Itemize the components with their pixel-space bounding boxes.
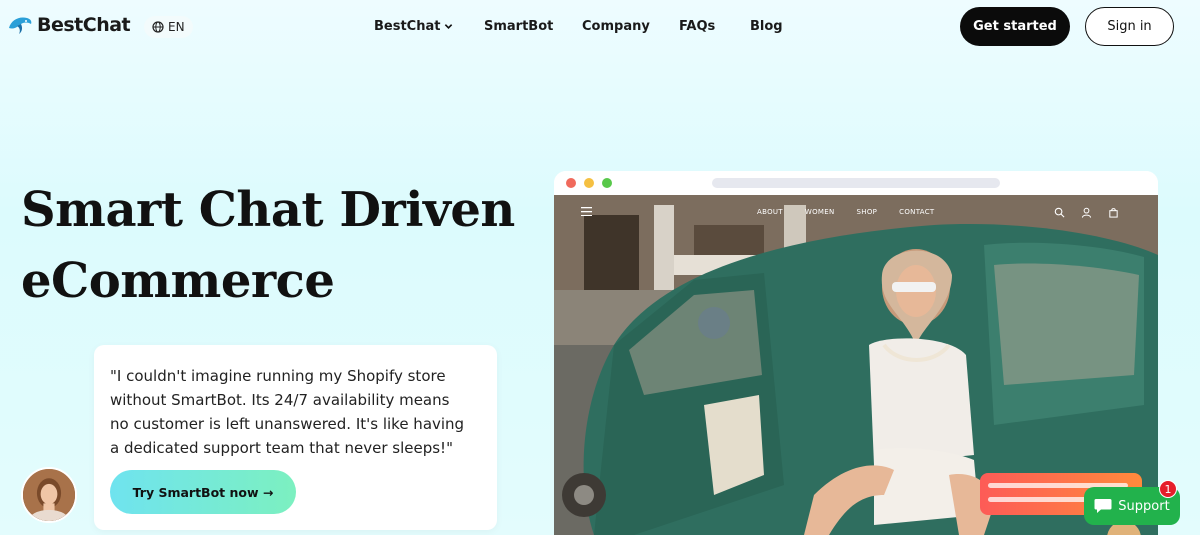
nav-label: FAQs bbox=[679, 19, 716, 34]
nav-item-blog[interactable]: Blog bbox=[750, 19, 783, 34]
search-icon bbox=[1054, 207, 1065, 218]
mockup-site-links: ABOUT WOMEN SHOP CONTACT bbox=[757, 208, 934, 216]
brand-logo[interactable]: BestChat bbox=[7, 14, 131, 36]
nav-item-company[interactable]: Company bbox=[582, 19, 679, 34]
hero-title-line2: eCommerce bbox=[21, 253, 335, 309]
nav-label: BestChat bbox=[374, 19, 441, 34]
window-minimize-dot bbox=[584, 178, 594, 188]
testimonial-card: "I couldn't imagine running my Shopify s… bbox=[94, 345, 497, 530]
shopping-bag-icon bbox=[1109, 208, 1118, 218]
nav-label: Blog bbox=[750, 19, 783, 34]
mockup-link-contact: CONTACT bbox=[899, 208, 935, 216]
dolphin-logo-icon bbox=[9, 17, 32, 34]
brand-name: BestChat bbox=[37, 14, 131, 36]
language-switcher[interactable]: EN bbox=[144, 16, 193, 38]
hamburger-menu-icon bbox=[581, 207, 592, 216]
nav-item-faqs[interactable]: FAQs bbox=[679, 19, 750, 34]
hero-title: Smart Chat Driven eCommerce bbox=[21, 175, 541, 317]
nav-label: Company bbox=[582, 19, 650, 34]
mockup-site-icons bbox=[1054, 207, 1119, 218]
url-bar bbox=[712, 178, 1000, 188]
chat-bubble-icon bbox=[1094, 499, 1112, 513]
try-smartbot-button[interactable]: Try SmartBot now → bbox=[110, 470, 296, 514]
nav-item-bestchat[interactable]: BestChat bbox=[374, 19, 484, 34]
window-maximize-dot bbox=[602, 178, 612, 188]
testimonial-quote: "I couldn't imagine running my Shopify s… bbox=[110, 367, 465, 457]
nav-label: SmartBot bbox=[484, 19, 554, 34]
browser-toolbar bbox=[554, 171, 1158, 195]
chat-preview-line bbox=[988, 497, 1088, 502]
get-started-button[interactable]: Get started bbox=[960, 7, 1070, 46]
mockup-site-nav: ABOUT WOMEN SHOP CONTACT bbox=[554, 207, 1158, 219]
main-nav: BestChat SmartBot Company FAQs Blog bbox=[374, 19, 783, 34]
support-label: Support bbox=[1118, 498, 1170, 514]
user-icon bbox=[1081, 207, 1092, 218]
testimonial-avatar bbox=[21, 467, 77, 523]
hero-title-line1: Smart Chat Driven bbox=[21, 182, 515, 238]
chevron-down-icon bbox=[445, 24, 453, 29]
sign-in-button[interactable]: Sign in bbox=[1085, 7, 1174, 46]
window-close-dot bbox=[566, 178, 576, 188]
mockup-link-shop: SHOP bbox=[856, 208, 878, 216]
person-portrait-icon bbox=[23, 469, 75, 521]
mockup-link-about: ABOUT bbox=[757, 208, 783, 216]
globe-icon bbox=[152, 21, 164, 33]
mockup-link-women: WOMEN bbox=[804, 208, 835, 216]
language-code: EN bbox=[168, 20, 185, 34]
nav-item-smartbot[interactable]: SmartBot bbox=[484, 19, 582, 34]
notification-badge: 1 bbox=[1159, 480, 1177, 498]
